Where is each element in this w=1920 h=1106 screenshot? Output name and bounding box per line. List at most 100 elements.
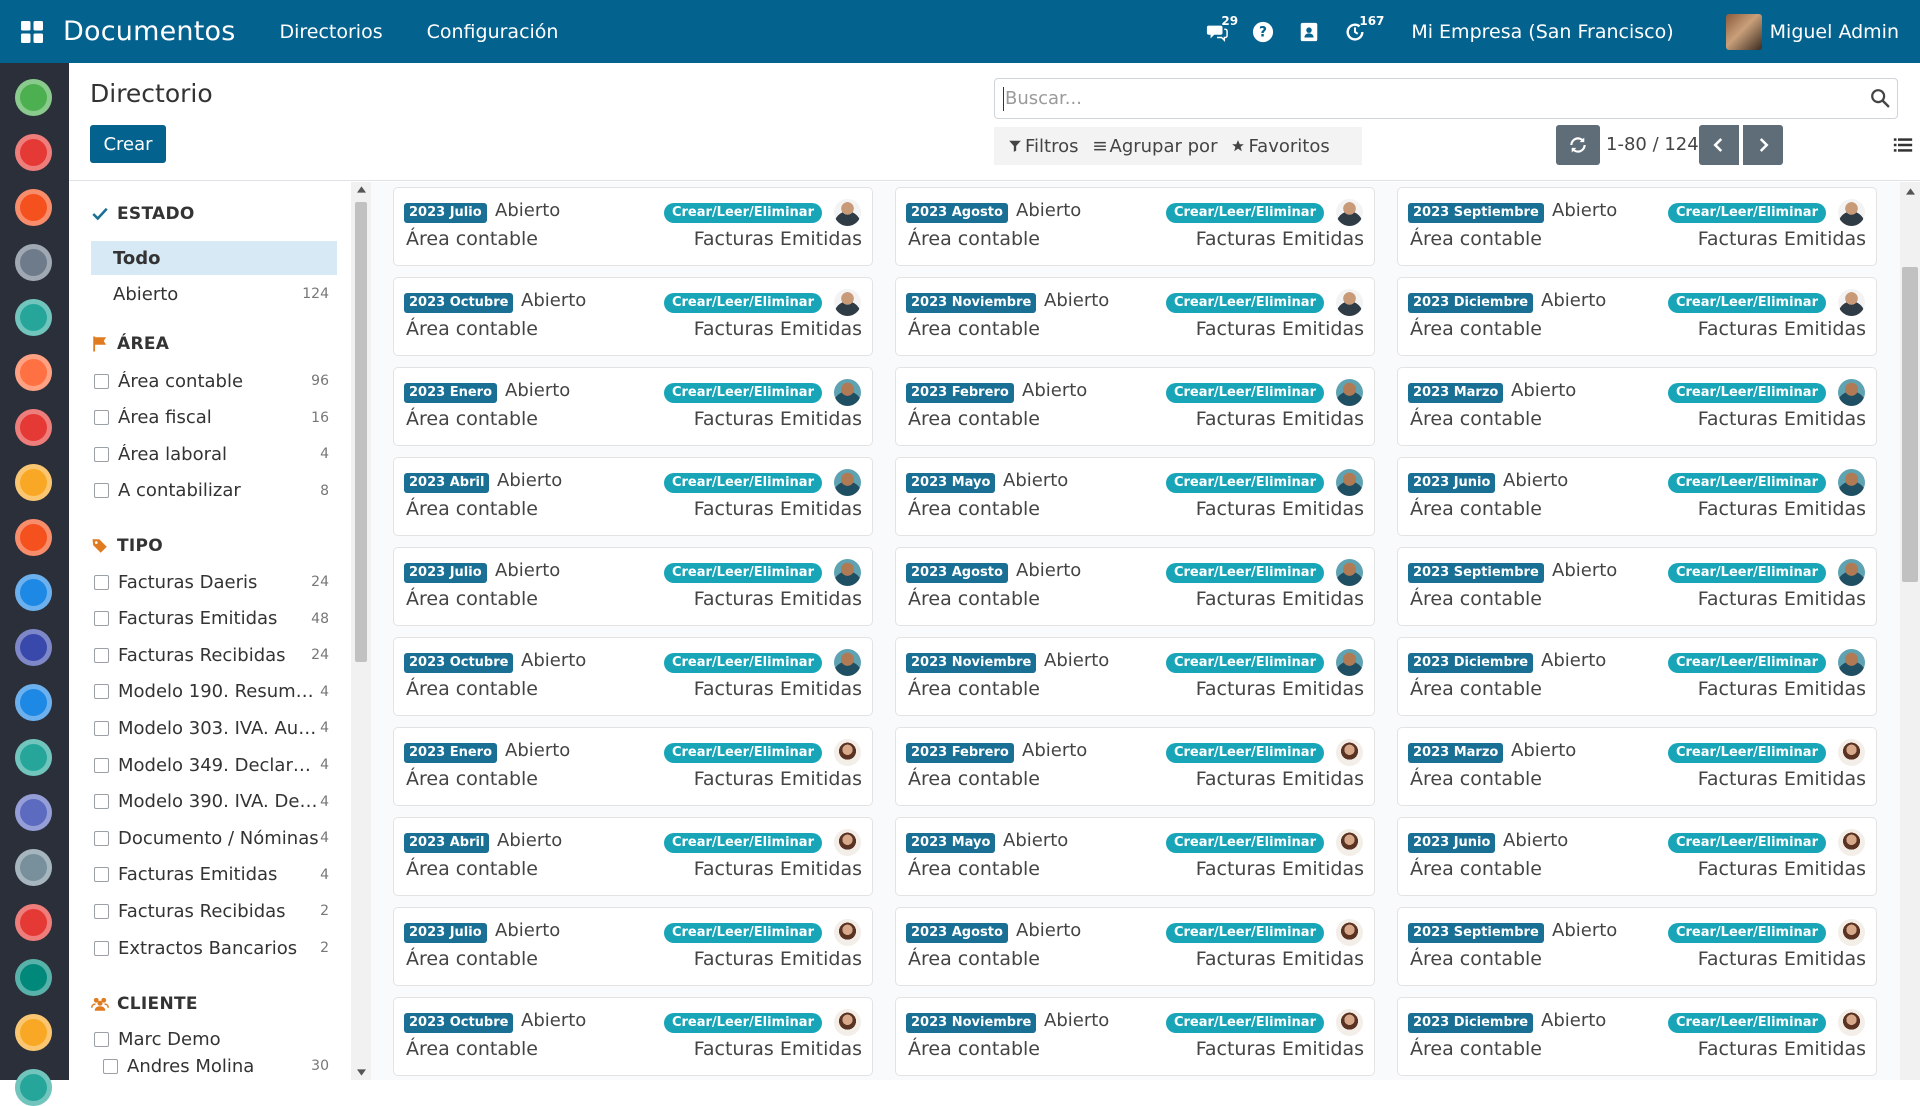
- sidebar-scroll-thumb[interactable]: [355, 202, 367, 662]
- document-card[interactable]: 2023 Abril Abierto Crear/Leer/Eliminar Área…: [393, 457, 873, 536]
- area-filter-item[interactable]: A contabilizar 8: [91, 474, 337, 508]
- checkbox[interactable]: [94, 647, 109, 663]
- checkbox[interactable]: [94, 720, 109, 736]
- checkbox[interactable]: [94, 867, 109, 883]
- document-card[interactable]: 2023 Enero Abierto Crear/Leer/Eliminar Área…: [393, 367, 873, 446]
- user-menu[interactable]: Miguel Admin: [1770, 21, 1899, 43]
- area-filter-item[interactable]: Área contable 96: [91, 364, 337, 398]
- checkbox[interactable]: [94, 903, 109, 919]
- company-switcher[interactable]: Mi Empresa (San Francisco): [1411, 21, 1673, 43]
- document-card[interactable]: 2023 Julio Abierto Crear/Leer/Eliminar Área…: [393, 907, 873, 986]
- filters-dropdown[interactable]: Filtros: [1008, 136, 1079, 157]
- checkbox[interactable]: [94, 373, 109, 389]
- document-card[interactable]: 2023 Mayo Abierto Crear/Leer/Eliminar Área …: [895, 817, 1375, 896]
- document-card[interactable]: 2023 Agosto Abierto Crear/Leer/Eliminar Áre…: [895, 547, 1375, 626]
- contacts-book-icon[interactable]: [1289, 0, 1329, 63]
- checkbox[interactable]: [94, 940, 109, 956]
- website-app-icon[interactable]: [15, 794, 52, 831]
- tipo-filter-item[interactable]: Facturas Emitidas 4: [91, 858, 337, 892]
- user-avatar[interactable]: [1725, 13, 1762, 50]
- help-icon[interactable]: ?: [1243, 0, 1283, 63]
- sidebar-scrollbar[interactable]: [351, 182, 371, 1080]
- pager-value[interactable]: 1-80 / 124: [1606, 134, 1699, 155]
- pager-previous-button[interactable]: [1699, 125, 1739, 165]
- document-card[interactable]: 2023 Junio Abierto Crear/Leer/Eliminar Área…: [1397, 817, 1877, 896]
- search-input[interactable]: Buscar...: [994, 78, 1898, 119]
- document-card[interactable]: 2023 Abril Abierto Crear/Leer/Eliminar Área…: [393, 817, 873, 896]
- planning-app-icon[interactable]: [15, 684, 52, 721]
- tipo-filter-item[interactable]: Facturas Daeris 24: [91, 565, 337, 599]
- document-card[interactable]: 2023 Octubre Abierto Crear/Leer/Eliminar Ár…: [393, 997, 873, 1076]
- dashboard-app-icon[interactable]: [15, 409, 52, 446]
- apps-menu-icon[interactable]: [0, 0, 63, 63]
- document-card[interactable]: 2023 Julio Abierto Crear/Leer/Eliminar Área…: [393, 187, 873, 266]
- sales-app-icon[interactable]: [15, 354, 52, 391]
- search-icon[interactable]: [1869, 87, 1891, 109]
- document-card[interactable]: 2023 Noviembre Abierto Crear/Leer/Eliminar…: [895, 997, 1375, 1076]
- document-card[interactable]: 2023 Junio Abierto Crear/Leer/Eliminar Área…: [1397, 457, 1877, 536]
- calendar-app-icon[interactable]: [15, 134, 52, 171]
- scroll-up-icon[interactable]: [1906, 188, 1915, 195]
- document-card[interactable]: 2023 Julio Abierto Crear/Leer/Eliminar Área…: [393, 547, 873, 626]
- barcode-app-icon[interactable]: [15, 1014, 52, 1051]
- document-card[interactable]: 2023 Enero Abierto Crear/Leer/Eliminar Área…: [393, 727, 873, 806]
- groupby-dropdown[interactable]: Agrupar por: [1093, 136, 1217, 157]
- document-card[interactable]: 2023 Diciembre Abierto Crear/Leer/Eliminar…: [1397, 277, 1877, 356]
- tipo-filter-item[interactable]: Extractos Bancarios 2: [91, 931, 337, 965]
- document-card[interactable]: 2023 Noviembre Abierto Crear/Leer/Eliminar…: [895, 277, 1375, 356]
- expenses-app-icon[interactable]: [15, 519, 52, 556]
- menu-configuracion[interactable]: Configuración: [427, 21, 559, 43]
- document-card[interactable]: 2023 Octubre Abierto Crear/Leer/Eliminar Ár…: [393, 637, 873, 716]
- checkbox[interactable]: [94, 611, 109, 627]
- kanban-scrollbar[interactable]: [1900, 182, 1920, 1080]
- contacts-app-icon[interactable]: [15, 244, 52, 281]
- employees-app-icon[interactable]: [15, 464, 52, 501]
- app-title[interactable]: Documentos: [63, 16, 235, 47]
- email-app-icon[interactable]: [15, 849, 52, 886]
- tipo-filter-item[interactable]: Documento / Nóminas 4: [91, 821, 337, 855]
- chat-icon[interactable]: 29: [1197, 0, 1238, 63]
- tipo-filter-item[interactable]: Facturas Recibidas 24: [91, 638, 337, 672]
- notes-app-icon[interactable]: [15, 189, 52, 226]
- tipo-filter-item[interactable]: Modelo 349. Declaración 4: [91, 748, 337, 782]
- checkbox[interactable]: [94, 684, 109, 700]
- checkbox[interactable]: [94, 410, 109, 426]
- checkbox[interactable]: [94, 483, 109, 499]
- document-card[interactable]: 2023 Octubre Abierto Crear/Leer/Eliminar Ár…: [393, 277, 873, 356]
- document-card[interactable]: 2023 Mayo Abierto Crear/Leer/Eliminar Área …: [895, 457, 1375, 536]
- timesheet-app-icon[interactable]: [15, 739, 52, 776]
- tipo-filter-item[interactable]: Modelo 190. Resumen anual4: [91, 675, 337, 709]
- cliente-filter-item[interactable]: Andres Molina 30: [100, 1049, 337, 1080]
- document-card[interactable]: 2023 Febrero Abierto Crear/Leer/Eliminar Ár…: [895, 727, 1375, 806]
- document-card[interactable]: 2023 Marzo Abierto Crear/Leer/Eliminar Área…: [1397, 727, 1877, 806]
- estado-item-abierto[interactable]: Abierto 124: [91, 277, 337, 311]
- refresh-button[interactable]: [1556, 125, 1600, 165]
- tipo-filter-item[interactable]: Facturas Recibidas 2: [91, 894, 337, 928]
- checkbox[interactable]: [94, 830, 109, 846]
- document-card[interactable]: 2023 Agosto Abierto Crear/Leer/Eliminar Áre…: [895, 907, 1375, 986]
- document-card[interactable]: 2023 Septiembre Abierto Crear/Leer/Elimina…: [1397, 187, 1877, 266]
- favorites-dropdown[interactable]: Favoritos: [1231, 136, 1330, 157]
- checkbox[interactable]: [94, 1031, 109, 1047]
- checkbox[interactable]: [103, 1058, 118, 1074]
- kanban-scroll-thumb[interactable]: [1902, 267, 1918, 582]
- scroll-up-icon[interactable]: [357, 186, 366, 193]
- discuss-app-icon[interactable]: [15, 79, 52, 116]
- list-view-button[interactable]: [1882, 125, 1920, 165]
- more-app-icon[interactable]: [15, 1069, 52, 1106]
- inventory-app-icon[interactable]: [15, 574, 52, 611]
- tipo-filter-item[interactable]: Modelo 390. IVA. Declaración4: [91, 785, 337, 819]
- document-card[interactable]: 2023 Diciembre Abierto Crear/Leer/Eliminar…: [1397, 997, 1877, 1076]
- project-app-icon[interactable]: [15, 959, 52, 996]
- checkbox[interactable]: [94, 794, 109, 810]
- area-filter-item[interactable]: Área fiscal 16: [91, 401, 337, 435]
- tipo-filter-item[interactable]: Facturas Emitidas 48: [91, 602, 337, 636]
- checkbox[interactable]: [94, 757, 109, 773]
- document-card[interactable]: 2023 Agosto Abierto Crear/Leer/Eliminar Áre…: [895, 187, 1375, 266]
- document-card[interactable]: 2023 Febrero Abierto Crear/Leer/Eliminar Ár…: [895, 367, 1375, 446]
- document-card[interactable]: 2023 Marzo Abierto Crear/Leer/Eliminar Área…: [1397, 367, 1877, 446]
- pager-next-button[interactable]: [1743, 125, 1783, 165]
- tipo-filter-item[interactable]: Modelo 303. IVA. Autoliquidación4: [91, 711, 337, 745]
- menu-directorios[interactable]: Directorios: [279, 21, 382, 43]
- document-card[interactable]: 2023 Septiembre Abierto Crear/Leer/Elimina…: [1397, 547, 1877, 626]
